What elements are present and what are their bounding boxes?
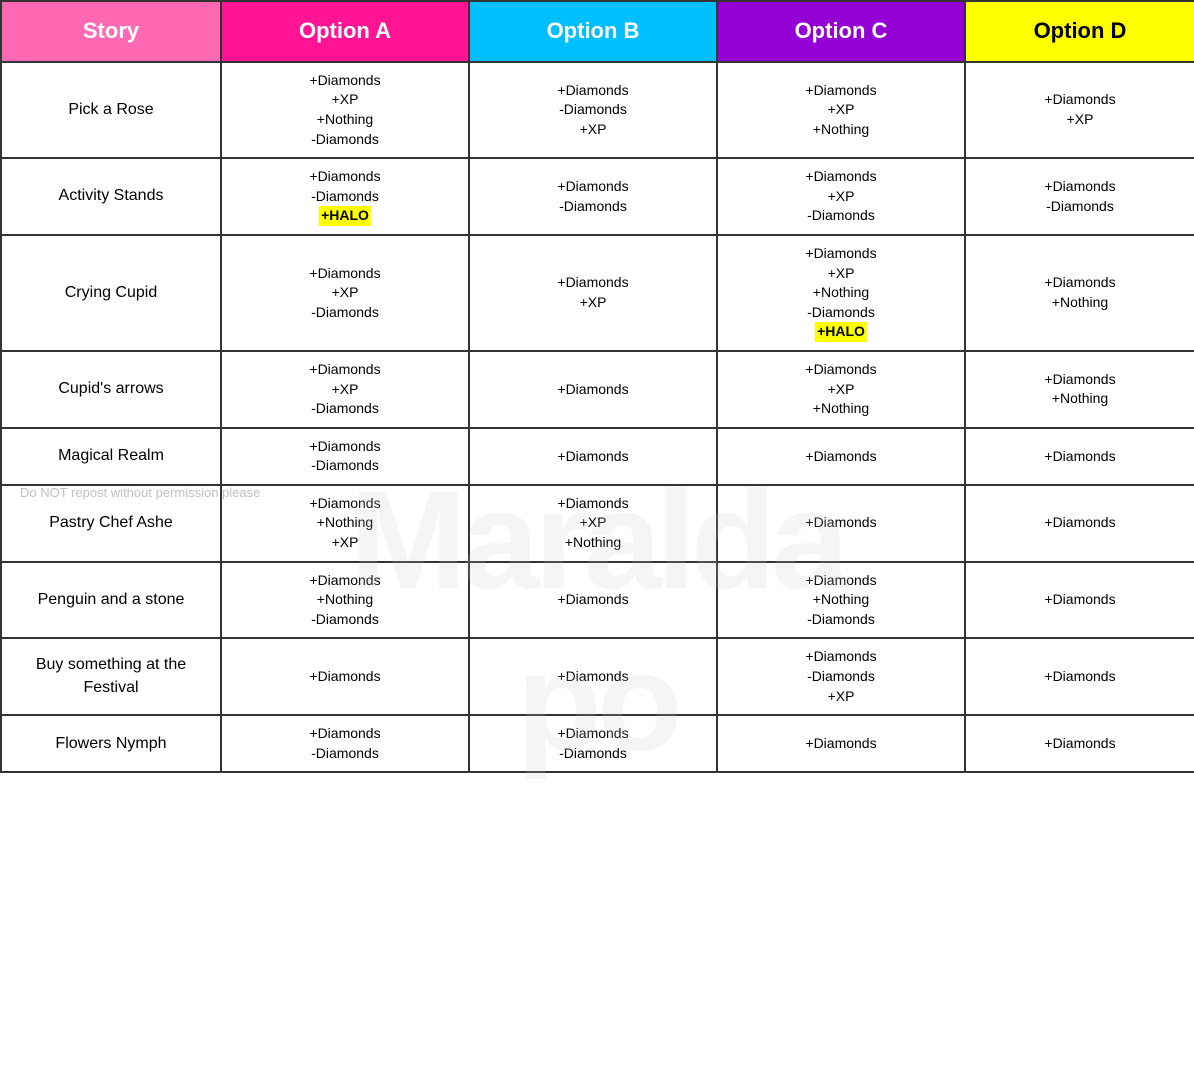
option-c-cell: +Diamonds +XP +Nothing xyxy=(717,351,965,428)
option-d-cell: +Diamonds +Nothing xyxy=(965,351,1194,428)
option-d-cell: +Diamonds +XP xyxy=(965,62,1194,158)
option-a-cell: +Diamonds +Nothing +XP xyxy=(221,485,469,562)
table-row: Penguin and a stone+Diamonds +Nothing -D… xyxy=(1,562,1194,639)
story-cell: Pick a Rose xyxy=(1,62,221,158)
story-cell: Crying Cupid xyxy=(1,235,221,351)
option-a-cell: +Diamonds +Nothing -Diamonds xyxy=(221,562,469,639)
option-b-cell: +Diamonds +XP +Nothing xyxy=(469,485,717,562)
option-d-cell: +Diamonds xyxy=(965,638,1194,715)
option-d-cell: +Diamonds xyxy=(965,485,1194,562)
table-row: Pastry Chef Ashe+Diamonds +Nothing +XP+D… xyxy=(1,485,1194,562)
option-d-cell: +Diamonds xyxy=(965,715,1194,772)
option-a-cell: +Diamonds xyxy=(221,638,469,715)
option-a-cell: +Diamonds -Diamonds xyxy=(221,715,469,772)
option-a-cell: +Diamonds -Diamonds xyxy=(221,428,469,485)
option-d-cell: +Diamonds +Nothing xyxy=(965,235,1194,351)
option-a-cell: +Diamonds +XP -Diamonds xyxy=(221,351,469,428)
option-b-cell: +Diamonds -Diamonds xyxy=(469,715,717,772)
story-cell: Magical Realm xyxy=(1,428,221,485)
option-c-cell: +Diamonds +XP +Nothing xyxy=(717,62,965,158)
table-row: Crying Cupid+Diamonds +XP -Diamonds+Diam… xyxy=(1,235,1194,351)
header-option-d: Option D xyxy=(965,1,1194,62)
header-story: Story xyxy=(1,1,221,62)
option-a-cell: +Diamonds +XP +Nothing -Diamonds xyxy=(221,62,469,158)
option-c-cell: +Diamonds +Nothing -Diamonds xyxy=(717,562,965,639)
option-b-cell: +Diamonds xyxy=(469,428,717,485)
story-cell: Pastry Chef Ashe xyxy=(1,485,221,562)
option-c-cell: +Diamonds +XP -Diamonds xyxy=(717,158,965,235)
table-row: Magical Realm+Diamonds -Diamonds+Diamond… xyxy=(1,428,1194,485)
header-option-a: Option A xyxy=(221,1,469,62)
table-row: Flowers Nymph+Diamonds -Diamonds+Diamond… xyxy=(1,715,1194,772)
option-a-cell: +Diamonds +XP -Diamonds xyxy=(221,235,469,351)
table-row: Activity Stands+Diamonds-Diamonds+HALO+D… xyxy=(1,158,1194,235)
option-c-cell: +Diamonds+XP+Nothing-Diamonds+HALO xyxy=(717,235,965,351)
option-b-cell: +Diamonds xyxy=(469,638,717,715)
option-b-cell: +Diamonds xyxy=(469,562,717,639)
header-option-c: Option C xyxy=(717,1,965,62)
story-cell: Cupid's arrows xyxy=(1,351,221,428)
option-b-cell: +Diamonds +XP xyxy=(469,235,717,351)
header-option-b: Option B xyxy=(469,1,717,62)
option-c-cell: +Diamonds -Diamonds +XP xyxy=(717,638,965,715)
option-d-cell: +Diamonds xyxy=(965,428,1194,485)
table-row: Pick a Rose+Diamonds +XP +Nothing -Diamo… xyxy=(1,62,1194,158)
table-row: Cupid's arrows+Diamonds +XP -Diamonds+Di… xyxy=(1,351,1194,428)
option-b-cell: +Diamonds xyxy=(469,351,717,428)
option-c-cell: +Diamonds xyxy=(717,485,965,562)
story-cell: Penguin and a stone xyxy=(1,562,221,639)
option-c-cell: +Diamonds xyxy=(717,428,965,485)
options-table: Story Option A Option B Option C Option … xyxy=(0,0,1194,773)
option-d-cell: +Diamonds xyxy=(965,562,1194,639)
option-d-cell: +Diamonds -Diamonds xyxy=(965,158,1194,235)
option-c-cell: +Diamonds xyxy=(717,715,965,772)
story-cell: Activity Stands xyxy=(1,158,221,235)
story-cell: Flowers Nymph xyxy=(1,715,221,772)
option-a-cell: +Diamonds-Diamonds+HALO xyxy=(221,158,469,235)
table-row: Buy something at the Festival+Diamonds+D… xyxy=(1,638,1194,715)
story-cell: Buy something at the Festival xyxy=(1,638,221,715)
option-b-cell: +Diamonds -Diamonds xyxy=(469,158,717,235)
option-b-cell: +Diamonds -Diamonds +XP xyxy=(469,62,717,158)
